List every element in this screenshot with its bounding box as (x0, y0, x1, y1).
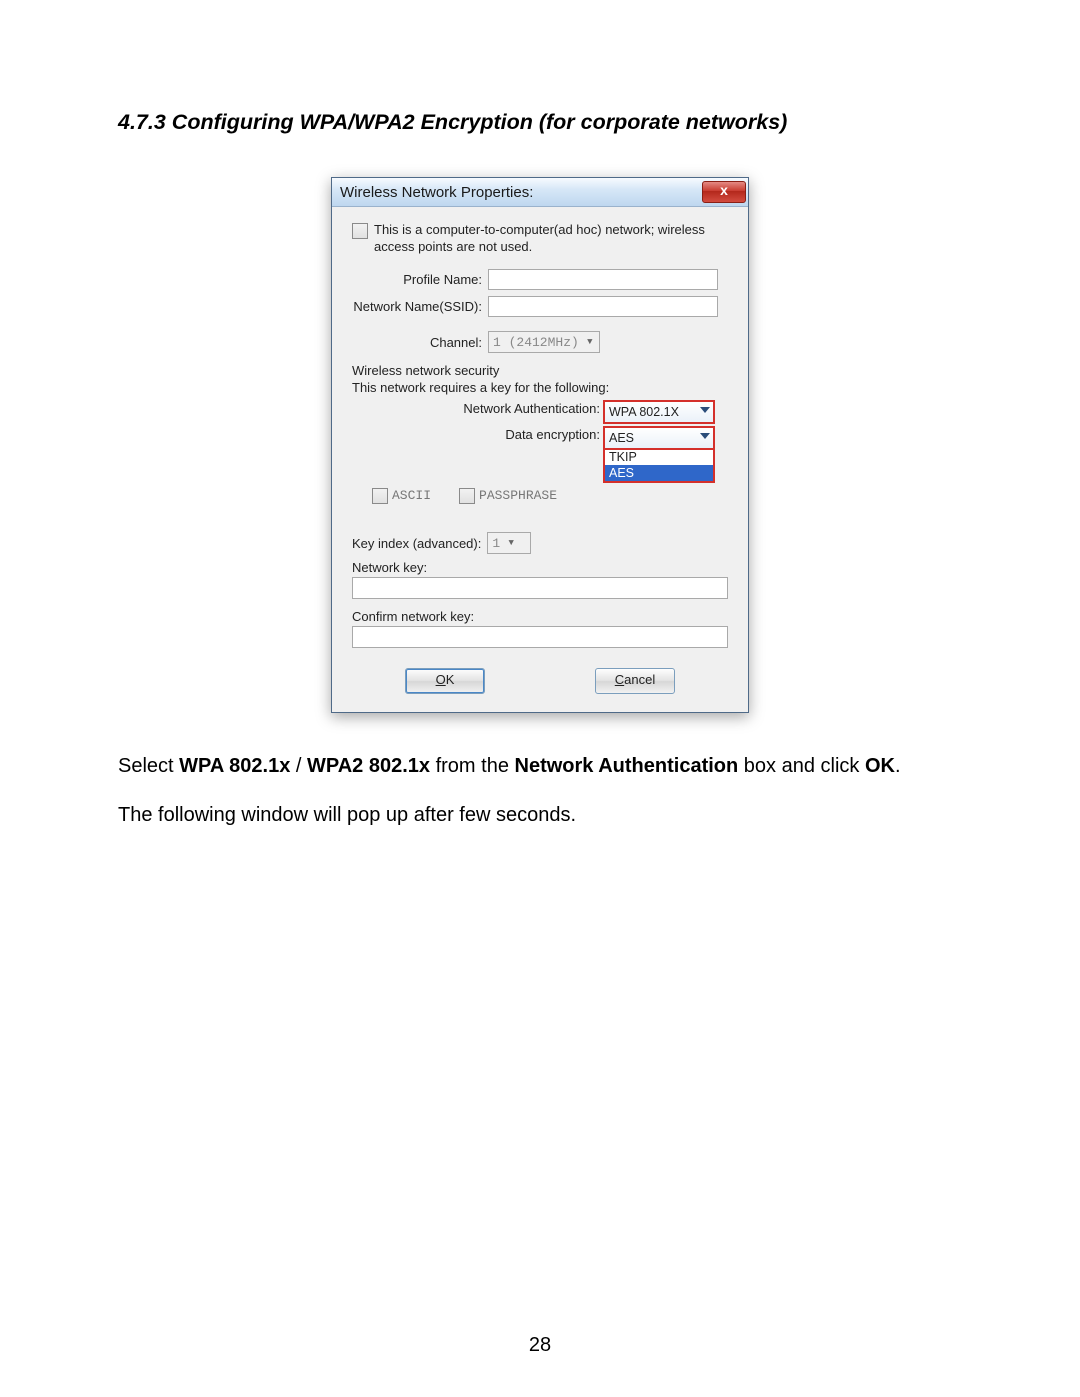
text: box and click (738, 755, 865, 777)
text-bold: WPA 802.1x (179, 755, 290, 777)
data-encryption-select[interactable]: AES (604, 427, 714, 449)
cancel-button[interactable]: Cancel (595, 668, 675, 694)
text: Select (118, 755, 179, 777)
dialog-titlebar: Wireless Network Properties: x (332, 178, 748, 207)
ascii-label: ASCII (392, 488, 431, 503)
ascii-checkbox[interactable] (372, 488, 388, 504)
security-sub-label: This network requires a key for the foll… (352, 380, 728, 395)
ssid-label: Network Name(SSID): (352, 299, 488, 314)
ok-button[interactable]: OK (405, 668, 485, 694)
chevron-down-icon: ▼ (504, 533, 518, 553)
channel-value: 1 (2412MHz) (493, 335, 579, 350)
ok-text: K (446, 672, 455, 687)
key-index-label: Key index (advanced): (352, 536, 481, 551)
close-button[interactable]: x (702, 181, 746, 203)
passphrase-label: PASSPHRASE (479, 488, 557, 503)
network-key-label: Network key: (352, 560, 728, 575)
text-bold: OK (865, 755, 895, 777)
chevron-down-icon (700, 433, 710, 439)
data-encryption-value: AES (609, 431, 634, 445)
wireless-properties-dialog: Wireless Network Properties: x This is a… (331, 177, 749, 713)
network-auth-value: WPA 802.1X (609, 405, 679, 419)
text: / (290, 755, 307, 777)
channel-select[interactable]: 1 (2412MHz) ▼ (488, 331, 600, 353)
encryption-label: Data encryption: (352, 427, 604, 442)
instruction-paragraph-2: The following window will pop up after f… (118, 802, 962, 829)
passphrase-checkbox[interactable] (459, 488, 475, 504)
encryption-option-aes[interactable]: AES (605, 465, 713, 481)
encryption-option-tkip[interactable]: TKIP (605, 449, 713, 465)
data-encryption-options: TKIP AES (604, 449, 714, 482)
key-index-select[interactable]: 1 ▼ (487, 532, 531, 554)
network-auth-select[interactable]: WPA 802.1X (604, 401, 714, 423)
instruction-paragraph-1: Select WPA 802.1x / WPA2 802.1x from the… (118, 753, 962, 780)
channel-label: Channel: (352, 335, 488, 350)
chevron-down-icon (700, 407, 710, 413)
close-icon: x (720, 182, 728, 198)
ok-mnemonic: O (436, 672, 446, 687)
text: . (895, 755, 901, 777)
chevron-down-icon: ▼ (583, 332, 597, 352)
key-index-value: 1 (492, 536, 500, 551)
adhoc-label: This is a computer-to-computer(ad hoc) n… (374, 221, 728, 255)
auth-label: Network Authentication: (352, 401, 604, 416)
confirm-key-input[interactable] (352, 626, 728, 648)
dialog-title: Wireless Network Properties: (340, 184, 702, 201)
text: from the (430, 755, 514, 777)
adhoc-checkbox[interactable] (352, 223, 368, 239)
security-group-label: Wireless network security (352, 363, 728, 378)
network-key-input[interactable] (352, 577, 728, 599)
text-bold: Network Authentication (515, 755, 739, 777)
profile-name-label: Profile Name: (352, 272, 488, 287)
cancel-text: ancel (624, 672, 655, 687)
cancel-mnemonic: C (615, 672, 624, 687)
page-number: 28 (0, 1334, 1080, 1357)
ssid-input[interactable] (488, 296, 718, 317)
profile-name-input[interactable] (488, 269, 718, 290)
confirm-key-label: Confirm network key: (352, 609, 728, 624)
section-heading: 4.7.3 Configuring WPA/WPA2 Encryption (f… (118, 110, 962, 135)
text-bold: WPA2 802.1x (307, 755, 430, 777)
